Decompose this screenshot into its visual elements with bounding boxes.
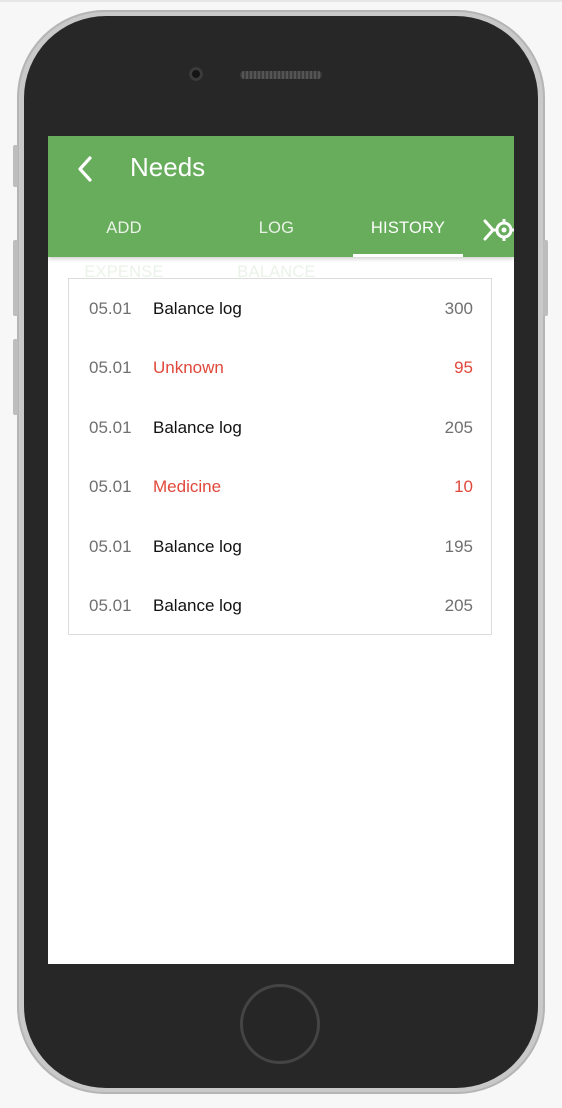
- item-amount: 95: [454, 358, 473, 377]
- power-button: [543, 240, 548, 316]
- front-camera: [189, 67, 203, 81]
- tab-scroll-right-button[interactable]: [482, 216, 514, 246]
- history-list: 05.01 Balance log 300 05.01 Unknown 95 0…: [68, 278, 492, 635]
- volume-down-button: [13, 339, 18, 415]
- back-button[interactable]: [68, 151, 104, 187]
- item-date: 05.01: [89, 596, 132, 615]
- item-date: 05.01: [89, 299, 132, 318]
- list-item[interactable]: 05.01 Balance log 205: [69, 576, 493, 635]
- item-date: 05.01: [89, 358, 132, 377]
- item-date: 05.01: [89, 477, 132, 496]
- item-amount: 195: [444, 537, 473, 556]
- tab-add-expense[interactable]: ADD EXPENSE: [68, 206, 180, 281]
- tab-log-balance[interactable]: LOG BALANCE: [220, 206, 333, 281]
- volume-up-button: [13, 240, 18, 316]
- item-description: Balance log: [153, 596, 242, 615]
- home-button[interactable]: [240, 984, 320, 1064]
- earpiece-speaker: [240, 71, 322, 79]
- chevron-left-icon: [78, 156, 92, 182]
- item-description: Balance log: [153, 299, 242, 318]
- active-tab-indicator: [353, 254, 463, 257]
- chevron-right-gear-icon: [483, 219, 514, 241]
- item-amount: 10: [454, 477, 473, 496]
- list-item[interactable]: 05.01 Medicine 10: [69, 457, 493, 516]
- mute-switch: [13, 145, 18, 187]
- item-amount: 205: [444, 418, 473, 437]
- app-screen: Needs ADD EXPENSE LOG BALANCE HISTORY 05…: [48, 136, 514, 964]
- item-date: 05.01: [89, 537, 132, 556]
- item-description: Unknown: [153, 358, 224, 377]
- list-item[interactable]: 05.01 Balance log 300: [69, 279, 493, 338]
- tab-history[interactable]: HISTORY: [353, 206, 463, 257]
- item-amount: 300: [444, 299, 473, 318]
- item-description: Balance log: [153, 537, 242, 556]
- list-item[interactable]: 05.01 Balance log 195: [69, 517, 493, 576]
- item-description: Medicine: [153, 477, 222, 496]
- item-amount: 205: [444, 596, 473, 615]
- app-bar: Needs ADD EXPENSE LOG BALANCE HISTORY: [48, 136, 514, 281]
- item-date: 05.01: [89, 418, 132, 437]
- list-item[interactable]: 05.01 Unknown 95: [69, 338, 493, 397]
- page-title: Needs: [130, 152, 206, 182]
- item-description: Balance log: [153, 418, 242, 437]
- list-item[interactable]: 05.01 Balance log 205: [69, 398, 493, 457]
- tab-bar: ADD EXPENSE LOG BALANCE HISTORY: [48, 206, 514, 281]
- top-border: [0, 0, 562, 2]
